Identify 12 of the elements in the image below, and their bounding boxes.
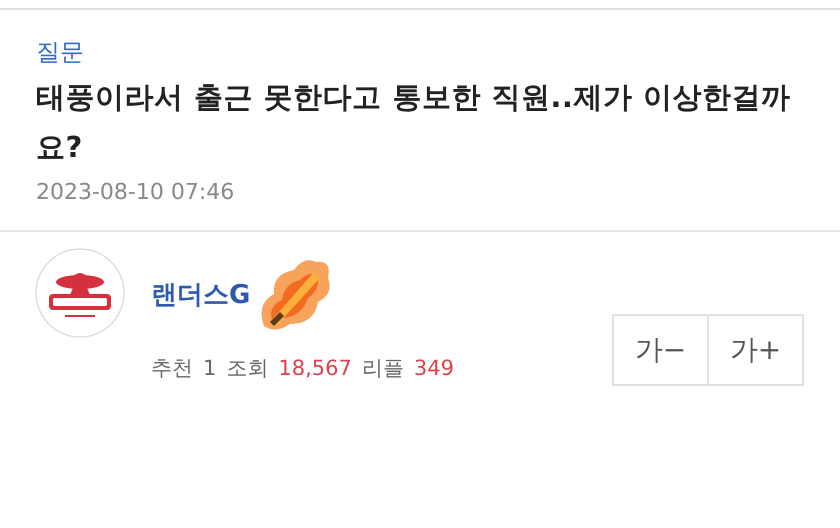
author-name[interactable]: 랜더스G [151,276,250,312]
post-date: 2023-08-10 07:46 [36,179,236,207]
stat-label: 리플 [362,355,404,382]
stat-value: 1 [203,356,216,380]
stat-label: 추천 [151,355,193,382]
font-size-button[interactable]: 가+ [707,314,804,386]
stat-value: 349 [414,356,454,380]
post-title: 태풍이라서 출근 못한다고 통보한 직원..제가 이상한걸까요? [36,79,792,166]
font-size-button[interactable]: 가− [612,314,709,386]
stat-label: 조회 [226,355,268,382]
category-label[interactable]: 질문 [36,36,804,68]
stat-value: 18,567 [278,356,352,380]
